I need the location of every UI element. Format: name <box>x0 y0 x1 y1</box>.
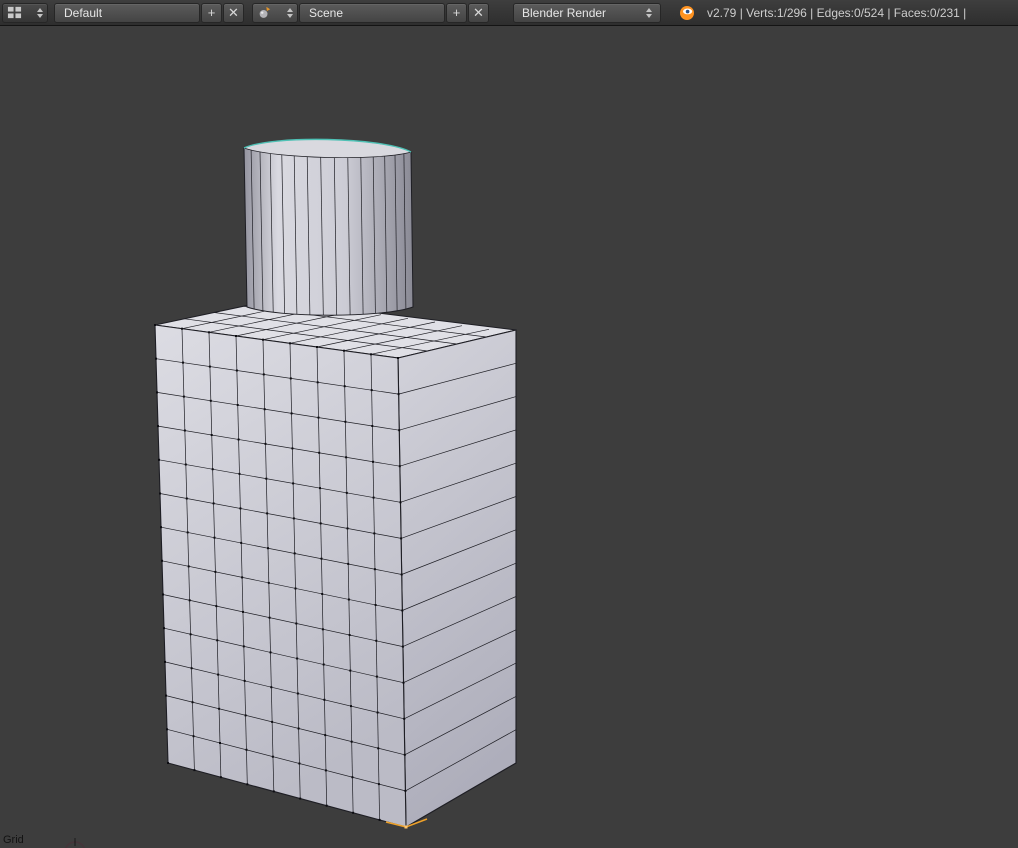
mesh-object[interactable] <box>0 26 1018 848</box>
blender-window: Default + ✕ Scene + ✕ Blender Render v2.… <box>0 0 1018 848</box>
blender-logo-icon <box>680 5 694 20</box>
add-scene-button[interactable]: + <box>446 2 467 23</box>
delete-scene-button[interactable]: ✕ <box>468 2 489 23</box>
stats-text: v2.79 | Verts:1/296 | Edges:0/524 | Face… <box>707 5 967 20</box>
delete-layout-button[interactable]: ✕ <box>223 2 244 23</box>
editor-type-icon <box>7 6 22 19</box>
add-layout-button[interactable]: + <box>201 2 222 23</box>
scene-datablock: Scene + ✕ <box>252 2 489 23</box>
browse-scene-button[interactable] <box>252 2 298 23</box>
render-engine-value: Blender Render <box>522 5 607 20</box>
render-engine-select[interactable]: Blender Render <box>513 2 661 23</box>
scene-name-field[interactable]: Scene <box>299 2 445 23</box>
scene-name: Scene <box>309 5 344 20</box>
info-header: Default + ✕ Scene + ✕ Blender Render v2.… <box>0 0 1018 26</box>
layout-name-field[interactable]: Default <box>54 2 200 23</box>
editor-type-selector[interactable] <box>2 2 48 23</box>
chevron-updown-icon <box>646 7 652 18</box>
scene-icon <box>259 6 271 18</box>
viewport-3d[interactable]: Grid <box>0 26 1018 848</box>
grid-label: Grid <box>3 834 24 846</box>
chevron-updown-icon <box>287 7 293 18</box>
chevron-updown-icon <box>37 7 43 18</box>
layout-name: Default <box>64 5 103 20</box>
layout-datablock: Default + ✕ <box>54 2 244 23</box>
